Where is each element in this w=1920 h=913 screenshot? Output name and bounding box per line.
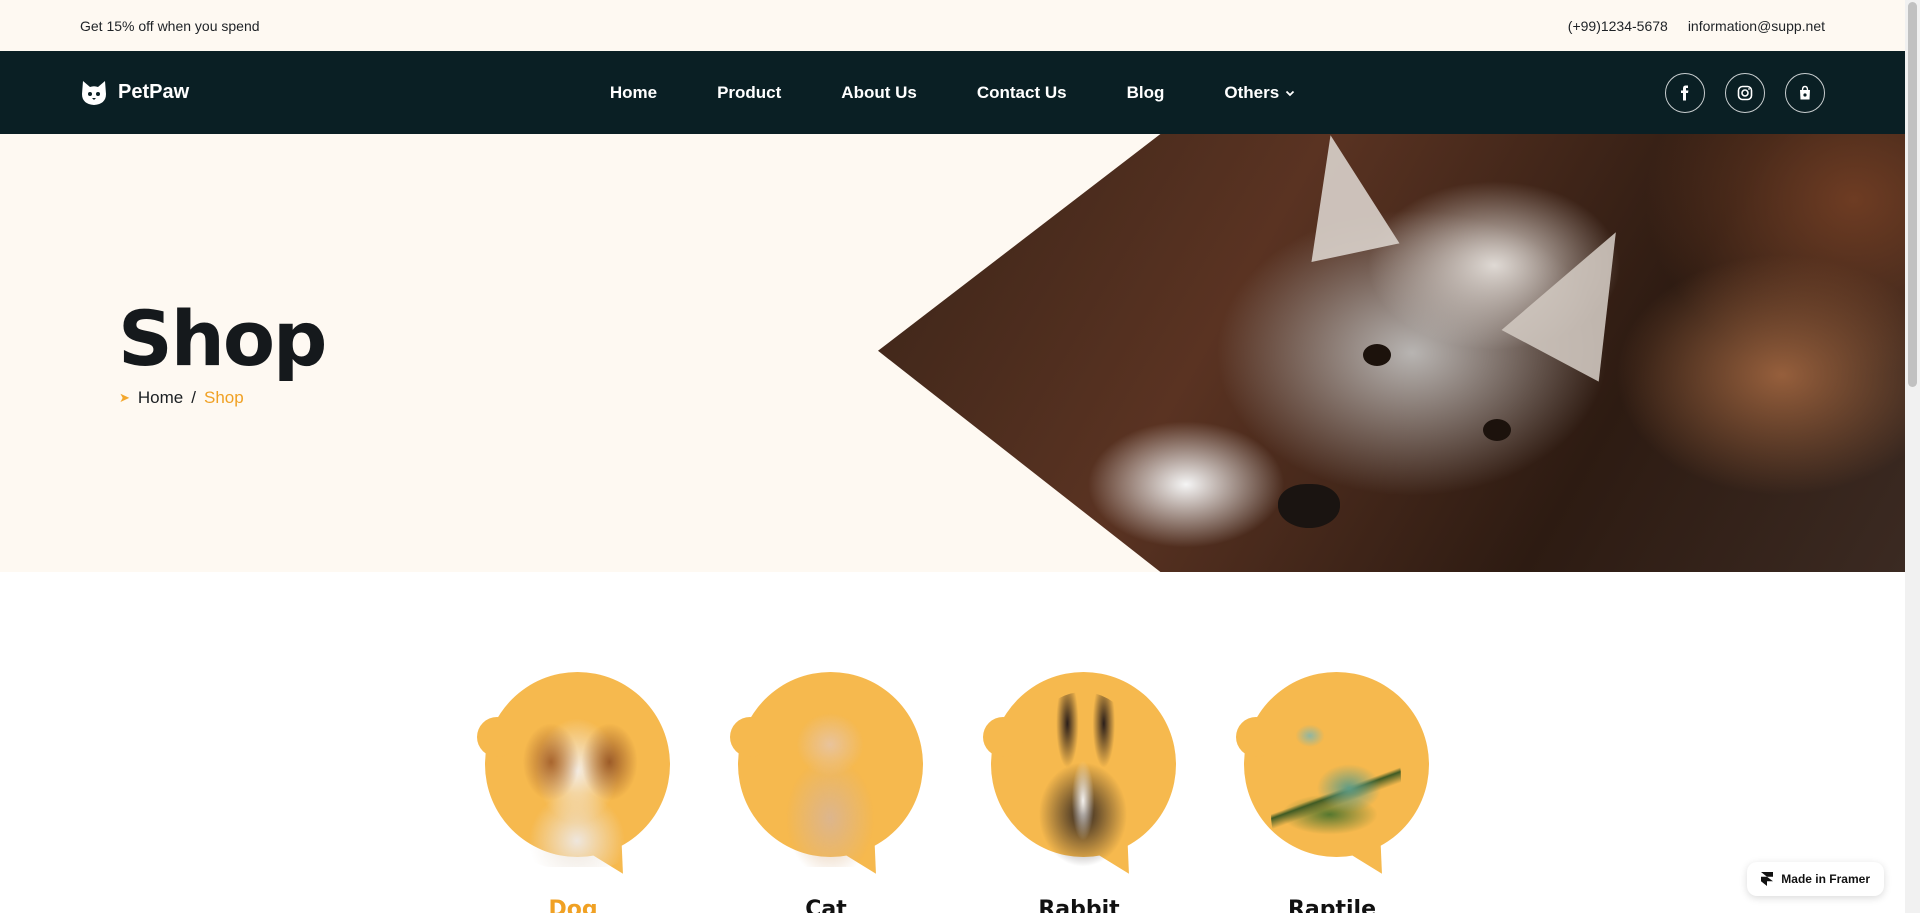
blob-bump <box>476 717 517 757</box>
category-image <box>729 672 923 885</box>
instagram-icon <box>1737 85 1753 100</box>
category-label: Dog <box>548 897 598 913</box>
vertical-scrollbar[interactable] <box>1905 0 1920 913</box>
category-image <box>476 672 670 885</box>
puppy-nose-shape <box>1278 484 1340 528</box>
brand-logo[interactable]: PetPaw <box>80 80 380 106</box>
breadcrumb: ➤ Home / Shop <box>119 388 244 408</box>
rabbit-image <box>1017 692 1148 867</box>
category-label: Rabbit <box>1038 897 1120 913</box>
nav-item-label: Blog <box>1126 82 1165 102</box>
nav-item-blog[interactable]: Blog <box>1097 83 1195 103</box>
category-image <box>982 672 1176 885</box>
email-text[interactable]: information@supp.net <box>1688 18 1825 34</box>
hero-image-background <box>878 134 1905 572</box>
category-label: Raptile <box>1287 897 1377 913</box>
announcement-bar: Get 15% off when you spend (+99)1234-567… <box>0 0 1905 51</box>
made-in-framer-badge[interactable]: Made in Framer <box>1747 862 1884 896</box>
category-raptile[interactable]: Raptile <box>1235 672 1429 913</box>
nav-item-label: Product <box>717 82 782 102</box>
category-image <box>1235 672 1429 885</box>
category-cat[interactable]: Cat <box>729 672 923 913</box>
nav-item-label: Contact Us <box>976 82 1067 102</box>
nav-menu: Home Product About Us Contact Us Blog Ot… <box>380 83 1525 103</box>
main-navigation: PetPaw Home Product About Us Contact Us … <box>0 51 1905 134</box>
cat-image <box>764 692 895 867</box>
puppy-eye-shape <box>1363 344 1391 366</box>
breadcrumb-current: Shop <box>204 388 244 407</box>
blob-bump <box>982 717 1023 757</box>
chevron-down-icon <box>1286 90 1295 96</box>
dog-image <box>511 692 642 867</box>
nav-item-label: Home <box>609 82 658 102</box>
page-title: Shop <box>118 294 327 383</box>
shopping-bag-icon <box>1800 85 1810 99</box>
facebook-button[interactable] <box>1665 72 1705 113</box>
brand-name: PetPaw <box>118 81 190 103</box>
category-list: Dog Cat Rabbit Raptile <box>0 672 1905 913</box>
framer-logo-icon <box>1761 872 1774 886</box>
scrollbar-thumb[interactable] <box>1908 2 1917 387</box>
promo-text: Get 15% off when you spend <box>80 17 260 34</box>
reptile-image <box>1270 692 1401 867</box>
phone-text[interactable]: (+99)1234-5678 <box>1568 18 1668 34</box>
cat-head-icon <box>82 80 106 105</box>
nav-item-others[interactable]: Others <box>1194 83 1325 103</box>
nav-item-home[interactable]: Home <box>580 83 687 103</box>
category-rabbit[interactable]: Rabbit <box>982 672 1176 913</box>
blob-bump <box>1235 717 1276 757</box>
breadcrumb-separator: / <box>191 388 196 407</box>
hero-puppy-image <box>878 134 1905 572</box>
contact-info: (+99)1234-5678 information@supp.net <box>1568 18 1825 34</box>
hero-banner: Shop ➤ Home / Shop <box>0 134 1905 572</box>
breadcrumb-home-link[interactable]: Home <box>138 388 183 408</box>
nav-item-contact-us[interactable]: Contact Us <box>947 83 1097 103</box>
breadcrumb-arrow-icon: ➤ <box>119 390 130 405</box>
instagram-button[interactable] <box>1725 72 1765 113</box>
blob-bump <box>729 717 770 757</box>
puppy-eye-shape <box>1483 419 1511 441</box>
nav-item-label: About Us <box>841 82 917 102</box>
category-dog[interactable]: Dog <box>476 672 670 913</box>
framer-badge-label: Made in Framer <box>1781 872 1870 886</box>
category-label: Cat <box>805 897 847 913</box>
cart-button[interactable] <box>1785 72 1825 113</box>
nav-item-product[interactable]: Product <box>687 83 811 103</box>
nav-item-about-us[interactable]: About Us <box>811 83 947 103</box>
social-links <box>1525 72 1825 113</box>
facebook-icon <box>1681 85 1689 100</box>
nav-item-label: Others <box>1224 82 1280 102</box>
